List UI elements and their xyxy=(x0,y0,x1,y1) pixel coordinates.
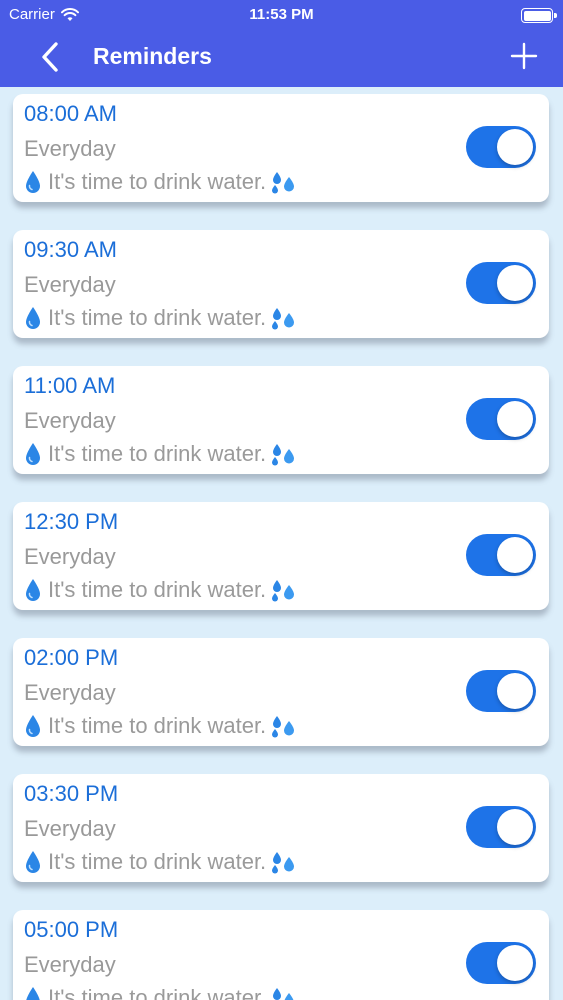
reminder-time: 11:00 AM xyxy=(24,373,116,398)
reminder-message: It's time to drink water. xyxy=(24,713,297,739)
reminder-toggle[interactable] xyxy=(466,534,536,576)
reminder-message: It's time to drink water. xyxy=(24,169,297,195)
sweat-droplets-icon xyxy=(269,577,297,603)
reminder-time: 03:30 PM xyxy=(24,781,119,806)
reminder-repeat: Everyday xyxy=(24,680,116,705)
reminder-message-text: It's time to drink water. xyxy=(48,441,267,466)
reminder-message-text: It's time to drink water. xyxy=(48,849,267,874)
reminder-message: It's time to drink water. xyxy=(24,985,297,1000)
toggle-knob xyxy=(497,809,533,845)
reminder-message: It's time to drink water. xyxy=(24,441,297,467)
back-button[interactable] xyxy=(34,40,68,74)
reminder-message-text: It's time to drink water. xyxy=(48,305,267,330)
reminder-toggle[interactable] xyxy=(466,126,536,168)
sweat-droplets-icon xyxy=(269,849,297,875)
sweat-droplets-icon xyxy=(269,305,297,331)
toggle-knob xyxy=(497,401,533,437)
reminder-time: 12:30 PM xyxy=(24,509,119,534)
reminder-time: 05:00 PM xyxy=(24,917,119,942)
reminder-message: It's time to drink water. xyxy=(24,577,297,603)
toggle-knob xyxy=(497,129,533,165)
reminder-card[interactable]: 12:30 PM Everyday It's time to drink wat… xyxy=(13,502,549,610)
droplet-icon xyxy=(24,306,42,330)
reminder-repeat: Everyday xyxy=(24,408,116,433)
reminder-message-text: It's time to drink water. xyxy=(48,577,267,602)
reminder-card[interactable]: 05:00 PM Everyday It's time to drink wat… xyxy=(13,910,549,1000)
droplet-icon xyxy=(24,986,42,1000)
reminder-repeat: Everyday xyxy=(24,272,116,297)
reminder-time: 09:30 AM xyxy=(24,237,117,262)
reminder-message-text: It's time to drink water. xyxy=(48,169,267,194)
status-time: 11:53 PM xyxy=(249,6,314,23)
reminder-message: It's time to drink water. xyxy=(24,305,297,331)
reminder-card[interactable]: 03:30 PM Everyday It's time to drink wat… xyxy=(13,774,549,882)
reminder-card[interactable]: 02:00 PM Everyday It's time to drink wat… xyxy=(13,638,549,746)
sweat-droplets-icon xyxy=(269,713,297,739)
reminder-card[interactable]: 11:00 AM Everyday It's time to drink wat… xyxy=(13,366,549,474)
reminder-message-text: It's time to drink water. xyxy=(48,713,267,738)
reminder-toggle[interactable] xyxy=(466,398,536,440)
status-bar: Carrier 11:53 PM xyxy=(0,0,563,30)
droplet-icon xyxy=(24,170,42,194)
toggle-knob xyxy=(497,945,533,981)
droplet-icon xyxy=(24,850,42,874)
reminder-repeat: Everyday xyxy=(24,544,116,569)
sweat-droplets-icon xyxy=(269,169,297,195)
sweat-droplets-icon xyxy=(269,441,297,467)
page-title: Reminders xyxy=(93,43,212,69)
reminder-message: It's time to drink water. xyxy=(24,849,297,875)
reminder-card[interactable]: 08:00 AM Everyday It's time to drink wat… xyxy=(13,94,549,202)
sweat-droplets-icon xyxy=(269,985,297,1000)
droplet-icon xyxy=(24,714,42,738)
droplet-icon xyxy=(24,578,42,602)
droplet-icon xyxy=(24,442,42,466)
plus-icon xyxy=(510,42,538,70)
toggle-knob xyxy=(497,673,533,709)
navigation-header: Carrier 11:53 PM Reminders xyxy=(0,0,563,87)
reminder-time: 08:00 AM xyxy=(24,101,117,126)
reminder-repeat: Everyday xyxy=(24,952,116,977)
reminder-repeat: Everyday xyxy=(24,816,116,841)
toggle-knob xyxy=(497,537,533,573)
reminder-toggle[interactable] xyxy=(466,670,536,712)
reminder-card[interactable]: 09:30 AM Everyday It's time to drink wat… xyxy=(13,230,549,338)
toggle-knob xyxy=(497,265,533,301)
reminder-toggle[interactable] xyxy=(466,806,536,848)
reminder-message-text: It's time to drink water. xyxy=(48,985,267,1000)
battery-icon xyxy=(521,8,557,23)
chevron-left-icon xyxy=(42,42,58,72)
reminder-list: 08:00 AM Everyday It's time to drink wat… xyxy=(0,87,563,1000)
reminder-time: 02:00 PM xyxy=(24,645,119,670)
reminder-toggle[interactable] xyxy=(466,942,536,984)
reminder-repeat: Everyday xyxy=(24,136,116,161)
add-reminder-button[interactable] xyxy=(510,42,538,70)
reminder-toggle[interactable] xyxy=(466,262,536,304)
